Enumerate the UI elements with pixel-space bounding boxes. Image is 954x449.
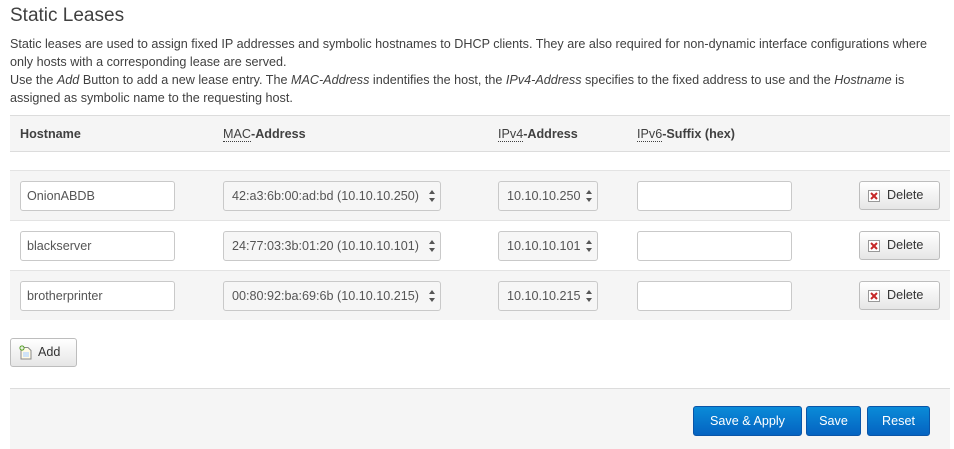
mac-address-select[interactable]: 00:80:92:ba:69:6b (10.10.10.215): [223, 281, 441, 311]
ipv4-address-select[interactable]: 10.10.10.101: [498, 231, 598, 261]
table-row: 42:a3:6b:00:ad:bd (10.10.10.250) 10.10.1…: [10, 170, 950, 220]
table-row: 00:80:92:ba:69:6b (10.10.10.215) 10.10.1…: [10, 270, 950, 320]
header-hostname: Hostname: [20, 127, 81, 141]
hostname-input[interactable]: [20, 231, 175, 261]
delete-icon: [868, 240, 880, 252]
add-button[interactable]: Add: [10, 338, 77, 367]
ipv6-suffix-input[interactable]: [637, 281, 792, 311]
add-document-icon: [19, 345, 33, 360]
delete-button[interactable]: Delete: [859, 181, 940, 210]
table-header: Hostname MAC-Address IPv4-Address IPv6-S…: [10, 115, 950, 152]
mac-address-select[interactable]: 24:77:03:3b:01:20 (10.10.10.101): [223, 231, 441, 261]
hostname-input[interactable]: [20, 281, 175, 311]
ipv4-address-select[interactable]: 10.10.10.215: [498, 281, 598, 311]
select-arrows-icon: [428, 188, 436, 204]
reset-button[interactable]: Reset: [867, 406, 930, 436]
ipv6-suffix-input[interactable]: [637, 231, 792, 261]
form-actions-bar: Save & Apply Save Reset: [10, 388, 950, 449]
ipv4-address-select[interactable]: 10.10.10.250: [498, 181, 598, 211]
section-description: Static leases are used to assign fixed I…: [10, 35, 945, 107]
save-apply-button[interactable]: Save & Apply: [693, 406, 802, 436]
save-button[interactable]: Save: [806, 406, 861, 436]
delete-icon: [868, 190, 880, 202]
select-arrows-icon: [428, 288, 436, 304]
select-arrows-icon: [585, 188, 593, 204]
static-leases-table: Hostname MAC-Address IPv4-Address IPv6-S…: [10, 115, 950, 320]
hostname-input[interactable]: [20, 181, 175, 211]
delete-button[interactable]: Delete: [859, 281, 940, 310]
header-ipv4-address: IPv4-Address: [498, 127, 578, 142]
description-line-2: Use the Add Button to add a new lease en…: [10, 73, 905, 105]
delete-icon: [868, 290, 880, 302]
header-ipv6-suffix: IPv6-Suffix (hex): [637, 127, 735, 142]
delete-button[interactable]: Delete: [859, 231, 940, 260]
header-mac-address: MAC-Address: [223, 127, 306, 142]
description-line-1: Static leases are used to assign fixed I…: [10, 37, 928, 69]
select-arrows-icon: [428, 238, 436, 254]
table-row: 24:77:03:3b:01:20 (10.10.10.101) 10.10.1…: [10, 220, 950, 270]
table-spacer: [10, 152, 950, 168]
ipv6-suffix-input[interactable]: [637, 181, 792, 211]
select-arrows-icon: [585, 238, 593, 254]
mac-address-select[interactable]: 42:a3:6b:00:ad:bd (10.10.10.250): [223, 181, 441, 211]
select-arrows-icon: [585, 288, 593, 304]
section-title: Static Leases: [10, 5, 125, 26]
